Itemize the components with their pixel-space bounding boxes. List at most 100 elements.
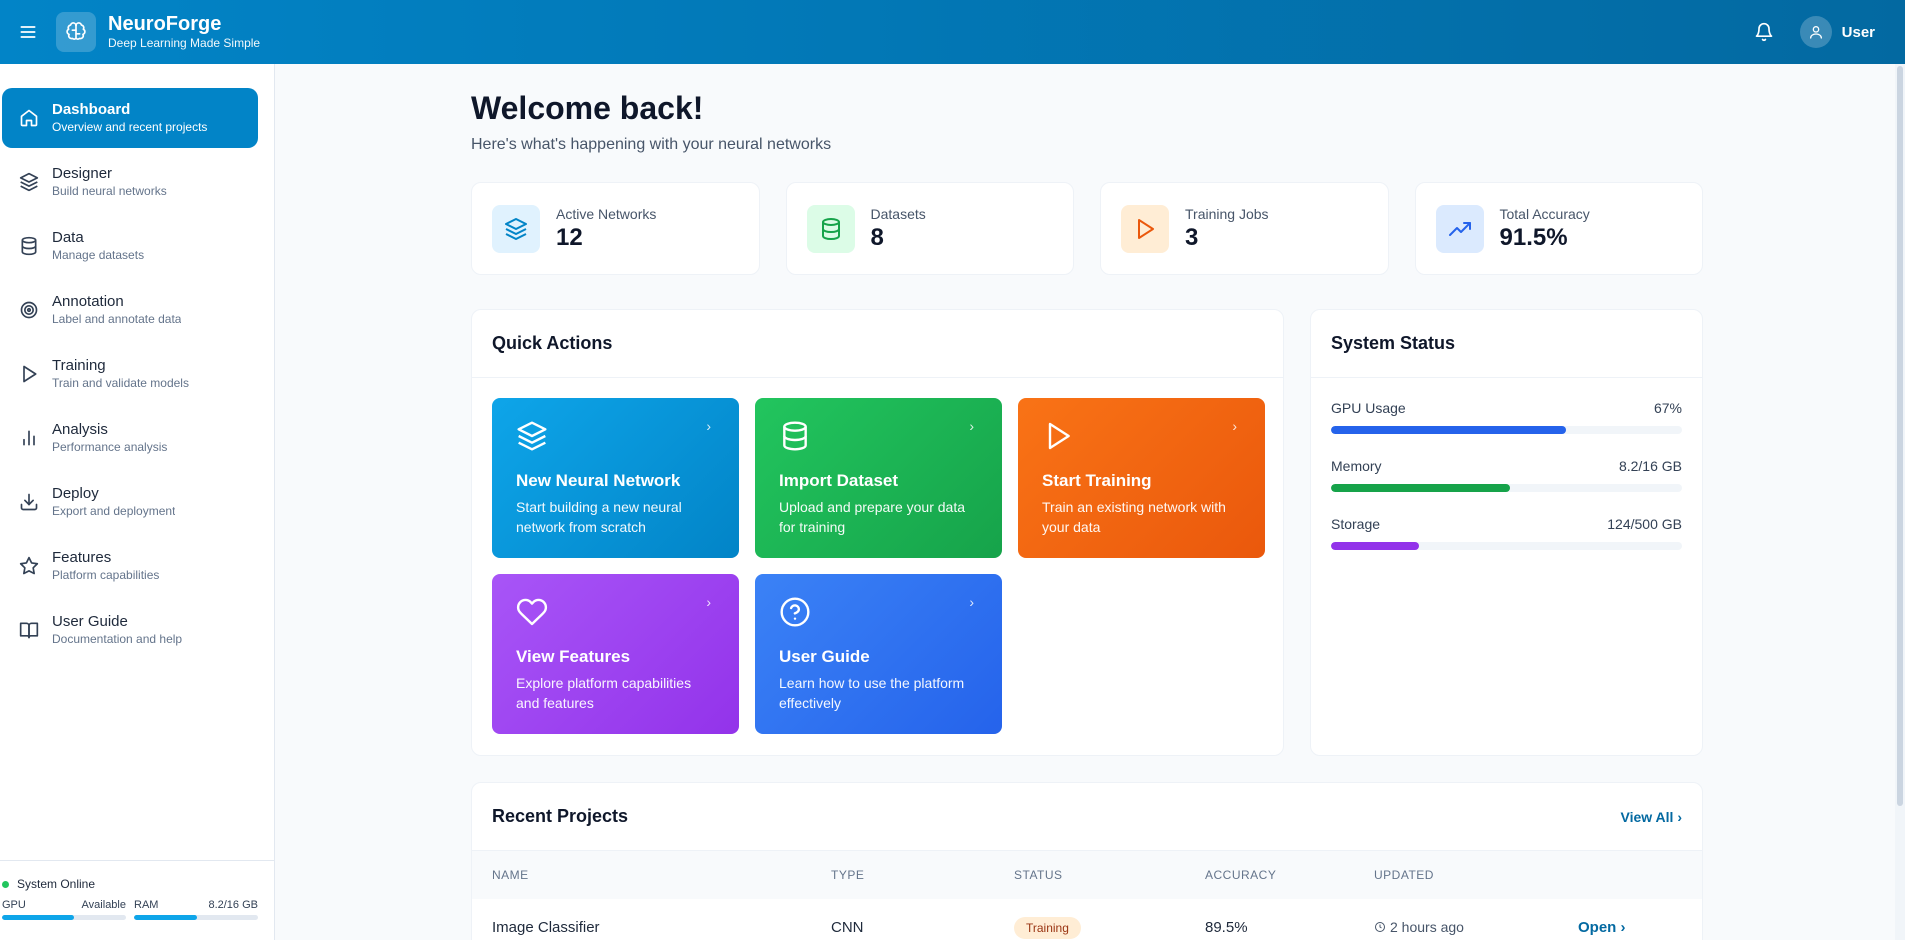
qa-desc: Learn how to use the platform effectivel… <box>779 675 965 711</box>
status-label: GPU Usage <box>1331 400 1406 416</box>
book-icon <box>18 619 40 641</box>
project-type: CNN <box>831 918 864 936</box>
sidebar-nav: Dashboard Overview and recent projects De… <box>0 64 274 660</box>
quick-actions-panel: Quick Actions › New Neural Network Start… <box>471 309 1284 756</box>
layers-icon <box>18 171 40 193</box>
view-all-link[interactable]: View All › <box>1621 809 1682 825</box>
status-badge: Training <box>1014 916 1081 939</box>
open-project-link[interactable]: Open › <box>1578 919 1678 936</box>
storage-bar <box>1331 542 1419 550</box>
user-menu-button[interactable]: User <box>1799 16 1875 48</box>
ram-label: RAM <box>134 899 159 911</box>
menu-button[interactable] <box>0 0 56 64</box>
sidebar-item-annotation[interactable]: Annotation Label and annotate data <box>2 280 258 340</box>
sidebar-item-desc: Manage datasets <box>52 248 145 262</box>
column-header: STATUS <box>1014 868 1063 882</box>
database-icon <box>783 421 807 451</box>
stat-value: 8 <box>870 223 884 251</box>
play-icon <box>18 363 40 385</box>
heart-icon <box>516 598 548 626</box>
sidebar-item-analysis[interactable]: Analysis Performance analysis <box>2 408 258 468</box>
status-dot <box>2 880 9 888</box>
sidebar-item-label: Designer <box>52 165 113 182</box>
column-header: UPDATED <box>1374 868 1434 882</box>
play-icon <box>1048 422 1070 450</box>
column-header: ACCURACY <box>1205 868 1277 882</box>
sidebar-item-label: Data <box>52 229 84 246</box>
scrollbar-thumb[interactable] <box>1897 66 1903 806</box>
sidebar-item-designer[interactable]: Designer Build neural networks <box>2 152 258 212</box>
import-dataset-button[interactable]: › Import Dataset Upload and prepare your… <box>755 398 1002 558</box>
qa-desc: Train an existing network with your data <box>1042 499 1226 535</box>
project-updated: 2 hours ago <box>1390 919 1464 935</box>
sidebar-item-desc: Train and validate models <box>52 376 189 390</box>
ram-meter: RAM 8.2/16 GB <box>134 899 258 920</box>
recent-projects-title: Recent Projects <box>492 806 629 826</box>
sidebar-item-data[interactable]: Data Manage datasets <box>2 216 258 276</box>
sidebar-item-label: Features <box>52 549 112 566</box>
app-header: NeuroForge Deep Learning Made Simple Use… <box>0 0 1905 64</box>
status-label: Storage <box>1331 516 1381 532</box>
qa-title: Start Training <box>1042 471 1152 490</box>
view-all-label: View All <box>1620 808 1674 825</box>
trending-up-icon <box>1435 204 1484 253</box>
gpu-label: GPU <box>2 899 26 911</box>
qa-desc: Explore platform capabilities and featur… <box>516 675 692 711</box>
chevron-right-icon: › <box>1620 918 1626 936</box>
clock-icon <box>1375 922 1385 932</box>
sidebar-item-dashboard[interactable]: Dashboard Overview and recent projects <box>2 88 258 148</box>
database-icon <box>18 235 40 257</box>
project-name: Image Classifier <box>492 918 600 936</box>
sidebar-item-training[interactable]: Training Train and validate models <box>2 344 258 404</box>
qa-title: User Guide <box>779 647 870 666</box>
sidebar-item-label: Training <box>52 357 106 374</box>
status-value: 124/500 GB <box>1607 516 1682 532</box>
sidebar-item-desc: Label and annotate data <box>52 312 182 326</box>
hamburger-icon <box>20 26 36 38</box>
storage-row: Storage 124/500 GB <box>1331 516 1682 550</box>
database-icon <box>806 204 855 253</box>
system-status-title: System Status <box>1311 310 1702 378</box>
sidebar-item-label: User Guide <box>52 613 128 630</box>
bell-icon <box>1755 22 1772 42</box>
ram-value: 8.2/16 GB <box>208 899 258 911</box>
user-icon <box>1809 26 1822 39</box>
page-title: Welcome back! <box>471 90 704 126</box>
chevron-right-icon: › <box>706 418 711 434</box>
sidebar-item-desc: Documentation and help <box>52 632 183 646</box>
main-content: Welcome back! Here's what's happening wi… <box>471 64 1703 940</box>
user-guide-button[interactable]: › User Guide Learn how to use the platfo… <box>755 574 1002 734</box>
home-icon <box>18 107 40 129</box>
stat-label: Total Accuracy <box>1499 205 1590 222</box>
notifications-button[interactable] <box>1754 22 1774 42</box>
start-training-button[interactable]: › Start Training Train an existing netwo… <box>1018 398 1265 558</box>
download-icon <box>18 491 40 513</box>
status-label: Memory <box>1331 458 1382 474</box>
new-neural-network-button[interactable]: › New Neural Network Start building a ne… <box>492 398 739 558</box>
open-label: Open <box>1578 918 1617 936</box>
page-subtitle: Here's what's happening with your neural… <box>471 136 832 153</box>
system-footer: System Online GPU Available RAM 8.2/16 GB <box>0 860 275 940</box>
gpu-meter: GPU Available <box>2 899 126 920</box>
stat-value: 12 <box>556 223 583 251</box>
sidebar-item-features[interactable]: Features Platform capabilities <box>2 536 258 596</box>
stat-card-training-jobs: Training Jobs 3 <box>1100 182 1389 275</box>
view-features-button[interactable]: › View Features Explore platform capabil… <box>492 574 739 734</box>
sidebar-item-label: Deploy <box>52 485 99 502</box>
sidebar: Dashboard Overview and recent projects De… <box>0 64 275 940</box>
stat-card-datasets: Datasets 8 <box>785 182 1074 275</box>
sidebar-item-deploy[interactable]: Deploy Export and deployment <box>2 472 258 532</box>
sidebar-item-desc: Performance analysis <box>52 440 168 454</box>
chevron-right-icon: › <box>969 594 974 610</box>
brand: NeuroForge Deep Learning Made Simple <box>108 13 260 51</box>
stats-row: Active Networks 12 Datasets 8 Training Job… <box>471 182 1703 275</box>
column-header: TYPE <box>831 868 865 882</box>
status-value: 8.2/16 GB <box>1618 458 1682 474</box>
sidebar-item-user-guide[interactable]: User Guide Documentation and help <box>2 600 258 660</box>
gpu-usage-row: GPU Usage 67% <box>1331 400 1682 434</box>
chevron-right-icon: › <box>706 594 711 610</box>
help-circle-icon <box>780 597 810 627</box>
qa-desc: Upload and prepare your data for trainin… <box>779 499 966 535</box>
brain-logo-icon <box>56 12 96 52</box>
layers-icon <box>517 421 547 451</box>
